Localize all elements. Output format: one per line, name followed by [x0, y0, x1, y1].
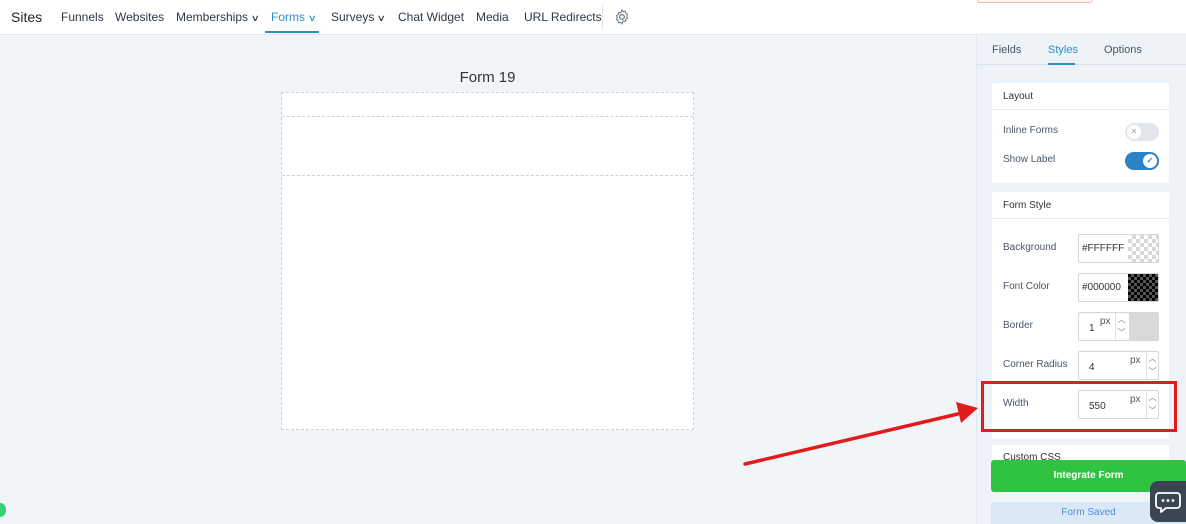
chat-icon [1155, 492, 1181, 513]
border-stepper[interactable]: ︿ ﹀ [1115, 313, 1127, 340]
nav-divider [602, 5, 603, 29]
font-color-hex: #000000 [1082, 282, 1121, 293]
border-value: 1 [1089, 323, 1095, 334]
nav-label: Media [476, 10, 509, 24]
nav-chat-widget[interactable]: Chat Widget [398, 10, 464, 24]
border-unit: px [1100, 316, 1111, 327]
panel-tabs: Fields Styles Options [977, 35, 1186, 65]
font-color-label: Font Color [1003, 281, 1050, 292]
chevron-down-icon: ∨ [250, 13, 260, 23]
nav-label: URL Redirects [524, 10, 602, 24]
active-tab-indicator [1048, 63, 1075, 65]
font-color-input[interactable]: #000000 [1078, 273, 1159, 302]
chevron-down-icon: ∨ [377, 13, 387, 23]
top-chip [977, 0, 1093, 3]
close-icon: ✕ [1127, 125, 1141, 139]
corner-radius-unit: px [1130, 355, 1141, 366]
check-icon: ✓ [1143, 154, 1157, 168]
border-label: Border [1003, 320, 1034, 331]
form-row[interactable] [282, 93, 693, 117]
tab-options[interactable]: Options [1104, 44, 1142, 56]
corner-radius-value: 4 [1089, 362, 1095, 373]
settings-panel: Fields Styles Options Layout Inline Form… [976, 35, 1186, 524]
brand-title: Sites [11, 9, 43, 25]
show-label-label: Show Label [1003, 154, 1056, 165]
show-label-toggle[interactable]: ✓ [1125, 152, 1159, 170]
nav-memberships[interactable]: Memberships ∨ [176, 10, 260, 24]
nav-funnels[interactable]: Funnels [61, 10, 104, 24]
layout-title: Layout [992, 83, 1169, 110]
annotation-arrow [743, 402, 978, 466]
nav-label: Memberships [176, 10, 249, 24]
tab-fields[interactable]: Fields [992, 44, 1021, 56]
nav-label: Funnels [61, 10, 104, 24]
corner-radius-stepper[interactable]: ︿ ﹀ [1146, 352, 1158, 379]
background-hex: #FFFFFF [1082, 243, 1125, 254]
gear-icon[interactable] [613, 8, 631, 26]
chat-button[interactable] [1150, 481, 1186, 522]
chevron-up-icon[interactable]: ︿ [1147, 352, 1158, 365]
background-label: Background [1003, 242, 1057, 253]
form-row[interactable] [282, 117, 693, 176]
form-preview[interactable] [281, 92, 694, 430]
font-color-swatch[interactable] [1128, 274, 1158, 301]
active-nav-indicator [265, 31, 319, 33]
corner-radius-label: Corner Radius [1003, 359, 1068, 370]
nav-url-redirects[interactable]: URL Redirects [524, 10, 602, 24]
nav-label: Surveys [331, 10, 375, 24]
nav-media[interactable]: Media [476, 10, 509, 24]
chevron-down-icon[interactable]: ﹀ [1116, 326, 1127, 339]
nav-surveys[interactable]: Surveys ∨ [331, 10, 387, 24]
nav-label: Websites [115, 10, 165, 24]
chevron-down-icon[interactable]: ﹀ [1147, 365, 1158, 378]
border-input[interactable]: 1 px ︿ ﹀ [1078, 312, 1159, 341]
background-swatch[interactable] [1128, 235, 1158, 262]
nav-forms[interactable]: Forms ∨ [271, 10, 317, 24]
nav-label: Forms [271, 10, 305, 24]
nav-websites[interactable]: Websites [115, 10, 164, 24]
status-dot [0, 503, 6, 517]
chevron-up-icon[interactable]: ︿ [1116, 313, 1127, 326]
inline-forms-label: Inline Forms [1003, 125, 1059, 136]
layout-card: Layout Inline Forms ✕ Show Label ✓ [992, 83, 1169, 183]
highlight-box [981, 381, 1177, 432]
tab-styles[interactable]: Styles [1048, 44, 1078, 56]
inline-forms-toggle[interactable]: ✕ [1125, 123, 1159, 141]
border-color-swatch[interactable] [1129, 313, 1159, 340]
background-color-input[interactable]: #FFFFFF [1078, 234, 1159, 263]
form-style-title: Form Style [992, 192, 1169, 219]
corner-radius-input[interactable]: 4 px ︿ ﹀ [1078, 351, 1159, 380]
chevron-down-icon: ∨ [307, 13, 317, 23]
form-title: Form 19 [459, 69, 516, 86]
top-nav: Sites Funnels Websites Memberships ∨ Form… [0, 0, 1186, 35]
nav-label: Chat Widget [398, 10, 465, 24]
